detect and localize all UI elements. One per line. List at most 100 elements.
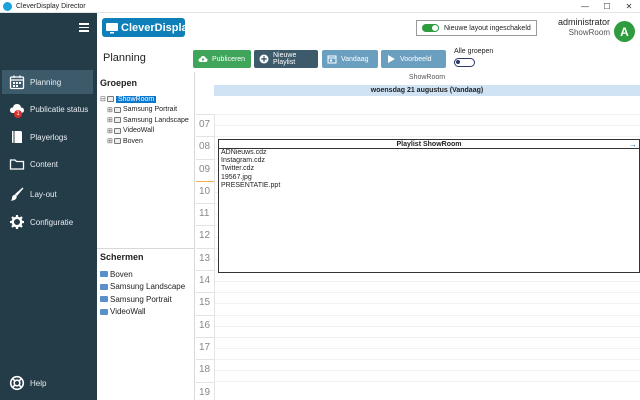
tree-item-samsung-landscape[interactable]: ⊞ Samsung Landscape [100, 115, 194, 126]
playlist-event[interactable]: Playlist ShowRoom → ADNieuws.cdz Instagr… [218, 139, 640, 273]
lifebuoy-icon [9, 375, 25, 391]
nieuwe-playlist-button[interactable]: Nieuwe Playlist [254, 50, 318, 68]
brush-icon [9, 186, 25, 202]
publiceren-button[interactable]: Publiceren [193, 50, 251, 68]
tree-item-label: Samsung Portrait [123, 106, 178, 114]
voorbeeld-button[interactable]: Voorbeeld [381, 50, 446, 68]
groups-panel: Groepen ⊟ ShowRoom ⊞ Samsung Portrait ⊞ … [97, 72, 195, 400]
hour-label: 15 [196, 292, 214, 314]
app-icon [3, 1, 12, 11]
cloud-icon: 1 [9, 101, 25, 118]
folder-icon [9, 156, 25, 172]
tree-item-boven[interactable]: ⊞ Boven [100, 136, 194, 147]
sidebar-item-label: Content [30, 159, 59, 169]
sidebar-item-label: Configuratie [30, 217, 74, 227]
event-item: Instagram.cdz [221, 157, 265, 165]
close-button[interactable]: ✕ [618, 0, 640, 13]
tree-item-showroom[interactable]: ⊟ ShowRoom [100, 94, 194, 105]
sidebar-item-planning[interactable]: Planning [2, 70, 93, 94]
monitor-icon [100, 271, 108, 278]
toolbar: Planning Publiceren Nieuwe Playlist Vand… [97, 45, 640, 72]
event-item: ADNieuws.cdz [221, 149, 267, 156]
window-titlebar: CleverDisplay Director — ☐ ✕ [0, 0, 640, 13]
hour-label: 18 [196, 359, 214, 381]
screen-item-label: VideoWall [110, 307, 146, 317]
screen-item-samsung-landscape[interactable]: Samsung Landscape [100, 281, 185, 294]
expand-icon[interactable]: ⊞ [107, 127, 114, 135]
tree-item-label: Boven [123, 137, 143, 145]
screen-item-boven[interactable]: Boven [100, 268, 185, 281]
play-icon [386, 54, 396, 64]
group-icon [114, 117, 121, 124]
logo-text: CleverDisplay [121, 21, 194, 34]
status-badge: 1 [14, 110, 22, 118]
window-title: CleverDisplay Director [16, 2, 86, 10]
user-name: administrator [557, 17, 610, 27]
collapse-icon[interactable]: ⊟ [100, 95, 107, 103]
sidebar-item-content[interactable]: Content [2, 152, 93, 176]
alle-groepen-toggle[interactable] [454, 58, 475, 67]
screen-item-samsung-portrait[interactable]: Samsung Portrait [100, 293, 185, 306]
panel-divider[interactable] [97, 248, 195, 249]
hour-label: 12 [196, 225, 214, 247]
expand-icon[interactable]: ⊞ [107, 116, 114, 124]
tree-item-videowall[interactable]: ⊞ VideoWall [100, 126, 194, 137]
sidebar: Planning 1 Publicatie status Playerlogs … [0, 13, 97, 400]
sidebar-item-publicatie-status[interactable]: 1 Publicatie status [2, 97, 93, 121]
avatar[interactable]: A [614, 21, 635, 42]
tree-item-samsung-portrait[interactable]: ⊞ Samsung Portrait [100, 105, 194, 116]
hour-label: 09 [196, 158, 214, 181]
app-header: CleverDisplay Nieuwe layout ingeschakeld… [97, 13, 640, 45]
vandaag-button[interactable]: Vandaag [322, 50, 378, 68]
plus-circle-icon [259, 54, 269, 64]
hamburger-menu-icon[interactable] [79, 23, 89, 32]
screen-item-label: Samsung Landscape [110, 282, 186, 292]
sidebar-item-lay-out[interactable]: Lay-out [2, 182, 93, 206]
user-info[interactable]: administrator ShowRoom [558, 17, 610, 37]
sidebar-item-playerlogs[interactable]: Playerlogs [2, 125, 93, 149]
vandaag-label: Vandaag [341, 55, 369, 63]
calendar-group-header: ShowRoom [408, 74, 446, 81]
calendar-day-icon [327, 54, 337, 64]
sidebar-item-help[interactable]: Help [2, 371, 93, 395]
alle-groepen-label: Alle groepen [454, 48, 494, 55]
voorbeeld-label: Voorbeeld [400, 55, 432, 63]
hour-label: 19 [196, 381, 214, 400]
hour-label: 16 [196, 314, 214, 337]
schermen-heading: Schermen [100, 252, 144, 262]
book-icon [9, 129, 25, 145]
sidebar-item-label: Publicatie status [30, 104, 89, 114]
expand-icon[interactable]: ⊞ [107, 106, 114, 114]
tree-item-label: VideoWall [123, 127, 155, 135]
hour-label: 07 [196, 114, 214, 136]
tree-item-label: ShowRoom [116, 95, 157, 103]
sidebar-item-configuratie[interactable]: Configuratie [2, 210, 93, 234]
event-item: 19567.jpg [221, 173, 252, 181]
expand-icon[interactable]: ⊞ [107, 137, 114, 145]
monitor-icon [100, 296, 108, 303]
tree-item-label: Samsung Landscape [123, 116, 189, 124]
group-tree: ⊟ ShowRoom ⊞ Samsung Portrait ⊞ Samsung … [100, 94, 194, 147]
group-icon [114, 106, 121, 113]
new-layout-toggle[interactable]: Nieuwe layout ingeschakeld [416, 20, 537, 36]
hour-label: 10 [196, 180, 214, 203]
hour-label: 08 [196, 136, 214, 158]
screen-item-label: Samsung Portrait [110, 294, 172, 304]
group-icon [114, 138, 121, 145]
minimize-button[interactable]: — [574, 0, 596, 13]
screen-item-label: Boven [110, 269, 133, 279]
maximize-button[interactable]: ☐ [596, 0, 618, 13]
hour-label: 17 [196, 336, 214, 359]
sidebar-item-label: Planning [30, 77, 62, 87]
sidebar-item-label: Playerlogs [30, 132, 68, 142]
group-icon [107, 96, 114, 103]
arrow-right-icon[interactable]: → [629, 140, 637, 149]
logo-mark-icon [105, 21, 119, 35]
groepen-heading: Groepen [100, 78, 138, 88]
toggle-switch[interactable] [422, 24, 439, 32]
hour-label: 11 [196, 203, 214, 225]
monitor-icon [100, 308, 108, 315]
cloud-upload-icon [198, 54, 208, 64]
page-title: Planning [103, 52, 146, 64]
screen-item-videowall[interactable]: VideoWall [100, 306, 185, 319]
